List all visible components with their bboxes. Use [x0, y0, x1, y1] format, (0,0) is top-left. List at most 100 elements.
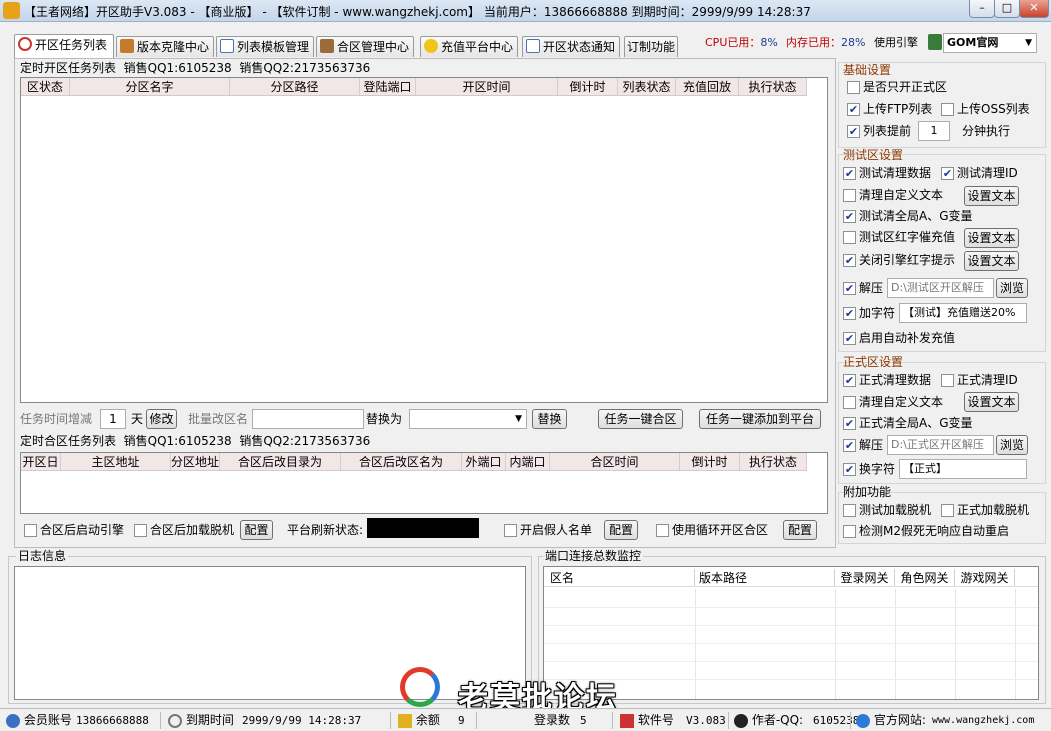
col-inner-port[interactable]: 内端口 [506, 453, 550, 470]
official-clear-custom-checkbox[interactable] [843, 396, 856, 409]
test-set-text-button-1[interactable]: 设置文本 [964, 186, 1019, 206]
test-load-offline-checkbox[interactable] [843, 504, 856, 517]
only-official-checkbox[interactable] [847, 81, 860, 94]
account-value: 13866668888 [76, 714, 149, 727]
engine-select[interactable]: GOM官网 ▼ [943, 33, 1037, 53]
official-unzip-checkbox[interactable]: ✔ [843, 439, 856, 452]
col-game-gate[interactable]: 游戏网关 [955, 569, 1015, 586]
col-recharge-replay[interactable]: 充值回放 [676, 78, 739, 95]
official-clear-global-checkbox[interactable]: ✔ [843, 417, 856, 430]
expire-field: 到期时间 [168, 712, 234, 729]
test-clear-custom-checkbox[interactable] [843, 189, 856, 202]
test-clear-data-checkbox[interactable]: ✔ [843, 167, 856, 180]
col-dir-after-merge[interactable]: 合区后改目录为 [220, 453, 341, 470]
col-login-gate[interactable]: 登录网关 [835, 569, 895, 586]
tab-status-notify[interactable]: 开区状态通知 [522, 36, 620, 57]
add-to-platform-button[interactable]: 任务一键添加到平台 [699, 409, 821, 429]
test-unzip-path-input[interactable]: D:\测试区开区解压 [887, 278, 994, 298]
interval-input[interactable]: 1 [100, 409, 126, 429]
site-value[interactable]: www.wangzhekj.com [932, 712, 1034, 729]
official-set-text-button[interactable]: 设置文本 [964, 392, 1019, 412]
merge-tasks-title: 定时合区任务列表 销售QQ1:6105238 销售QQ2:2173563736 [20, 434, 371, 448]
replace-button[interactable]: 替换 [532, 409, 567, 429]
grid-line [544, 679, 1038, 680]
test-red-recharge-checkbox[interactable] [843, 231, 856, 244]
col-merge-time[interactable]: 合区时间 [550, 453, 680, 470]
close-button[interactable]: ✕ [1019, 0, 1049, 18]
loop-merge-checkbox[interactable] [656, 524, 669, 537]
open-tasks-grid[interactable]: 区状态 分区名字 分区路径 登陆端口 开区时间 倒计时 列表状态 充值回放 执行… [20, 77, 828, 403]
official-browse-button[interactable]: 浏览 [996, 435, 1028, 455]
tab-template-manage[interactable]: 列表模板管理 [216, 36, 314, 57]
qq-icon [734, 713, 748, 728]
test-set-text-button-2[interactable]: 设置文本 [964, 228, 1019, 248]
maximize-button[interactable]: □ [994, 0, 1020, 18]
account-field: 会员账号 [6, 712, 72, 729]
log-textarea[interactable] [14, 566, 526, 700]
list-ahead-checkbox[interactable]: ✔ [847, 125, 860, 138]
test-add-symbol-label: 加字符 [859, 306, 896, 320]
main-tabbar: 开区任务列表 版本克隆中心 列表模板管理 合区管理中心 充值平台中心 开区状态通… [0, 33, 1051, 58]
modify-button[interactable]: 修改 [146, 409, 177, 429]
col-countdown[interactable]: 倒计时 [558, 78, 618, 95]
fake-list-config-button[interactable]: 配置 [604, 520, 638, 540]
test-unzip-checkbox[interactable]: ✔ [843, 282, 856, 295]
official-clear-id-checkbox[interactable] [941, 374, 954, 387]
col-exec-status-2[interactable]: 执行状态 [740, 453, 807, 470]
col-list-status[interactable]: 列表状态 [618, 78, 676, 95]
tab-open-tasks[interactable]: 开区任务列表 [14, 34, 114, 58]
col-role-gate[interactable]: 角色网关 [895, 569, 955, 586]
tab-merge-center[interactable]: 合区管理中心 [316, 36, 414, 57]
replace-with-select[interactable]: ▼ [409, 409, 527, 429]
col-zone-name[interactable]: 分区名字 [70, 78, 230, 95]
col-outer-port[interactable]: 外端口 [462, 453, 506, 470]
test-clear-id-checkbox[interactable]: ✔ [941, 167, 954, 180]
col-open-day[interactable]: 开区日 [21, 453, 61, 470]
auto-recharge-checkbox[interactable]: ✔ [843, 332, 856, 345]
official-unzip-path-input[interactable]: D:\正式区开区解压 [887, 435, 994, 455]
col-sub-addr[interactable]: 分区地址 [171, 453, 220, 470]
close-engine-red-checkbox[interactable]: ✔ [843, 254, 856, 267]
detect-m2-checkbox[interactable] [843, 525, 856, 538]
tab-recharge-center[interactable]: 充值平台中心 [420, 36, 518, 57]
title-bar[interactable]: 【王者网络】开区助手V3.083 - 【商业版】 - 【软件订制 - www.w… [0, 0, 1051, 22]
test-set-text-button-3[interactable]: 设置文本 [964, 251, 1019, 271]
minimize-button[interactable]: – [969, 0, 995, 18]
col-zone[interactable]: 区名 [544, 569, 695, 586]
merge-all-button[interactable]: 任务一键合区 [598, 409, 683, 429]
list-ahead-input[interactable]: 1 [918, 121, 950, 141]
merge-tasks-grid[interactable]: 开区日 主区地址 分区地址 合区后改目录为 合区后改区名为 外端口 内端口 合区… [20, 452, 828, 514]
col-open-time[interactable]: 开区时间 [416, 78, 558, 95]
doc-icon [526, 39, 540, 53]
col-zone-path[interactable]: 分区路径 [230, 78, 360, 95]
test-add-symbol-checkbox[interactable]: ✔ [843, 307, 856, 320]
loop-merge-config-button[interactable]: 配置 [783, 520, 817, 540]
col-zone-status[interactable]: 区状态 [21, 78, 70, 95]
test-browse-button[interactable]: 浏览 [996, 278, 1028, 298]
col-login-port[interactable]: 登陆端口 [360, 78, 416, 95]
upload-oss-checkbox[interactable] [941, 103, 954, 116]
merge-config-button[interactable]: 配置 [240, 520, 273, 540]
only-official-label: 是否只开正式区 [863, 80, 948, 94]
col-exec-status[interactable]: 执行状态 [739, 78, 807, 95]
upload-ftp-checkbox[interactable]: ✔ [847, 103, 860, 116]
official-symbol-input[interactable]: 【正式】 [899, 459, 1027, 479]
test-symbol-input[interactable]: 【测试】充值赠送20% [899, 303, 1027, 323]
batch-rename-input[interactable] [252, 409, 364, 429]
col-countdown-2[interactable]: 倒计时 [680, 453, 740, 470]
replace-symbol-checkbox[interactable]: ✔ [843, 463, 856, 476]
fake-list-checkbox[interactable] [504, 524, 517, 537]
col-name-after-merge[interactable]: 合区后改区名为 [341, 453, 462, 470]
tab-custom-features[interactable]: 订制功能 [624, 36, 678, 57]
official-unzip-label: 解压 [859, 438, 884, 452]
load-offline-checkbox[interactable] [134, 524, 147, 537]
tab-version-clone[interactable]: 版本克隆中心 [116, 36, 214, 57]
site-field[interactable]: 官方网站: [856, 712, 926, 729]
col-version-path[interactable]: 版本路径 [695, 569, 835, 586]
test-clear-global-checkbox[interactable]: ✔ [843, 210, 856, 223]
list-icon [220, 39, 234, 53]
official-load-offline-checkbox[interactable] [941, 504, 954, 517]
start-engine-checkbox[interactable] [24, 524, 37, 537]
official-clear-data-checkbox[interactable]: ✔ [843, 374, 856, 387]
col-main-addr[interactable]: 主区地址 [61, 453, 171, 470]
